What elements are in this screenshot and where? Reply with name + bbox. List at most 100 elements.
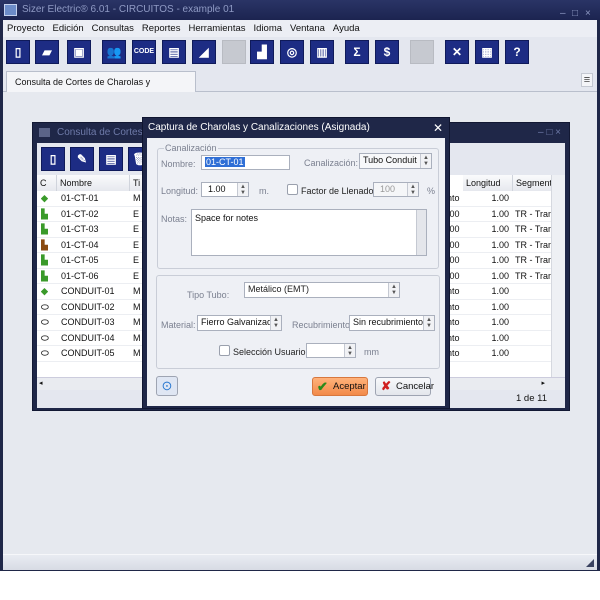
tipo-cell: E: [133, 208, 140, 219]
factor-input[interactable]: 100 ▲ ▼: [373, 182, 419, 197]
nombre-input[interactable]: 01-CT-01: [201, 155, 290, 170]
tipo-cell: M: [133, 348, 141, 358]
factor-unit: %: [427, 186, 436, 196]
col-header-longitud[interactable]: Longitud: [463, 175, 513, 191]
app-icon: [4, 4, 17, 16]
spinner-icon[interactable]: ▲ ▼: [407, 183, 418, 196]
edit-record-icon[interactable]: ✎: [70, 147, 94, 171]
accept-button[interactable]: ✔ Aceptar: [312, 377, 368, 396]
cancel-label: Cancelar: [396, 381, 435, 392]
factor-checkbox[interactable]: [287, 184, 298, 195]
nombre-cell: CONDUIT-02: [61, 301, 115, 312]
nombre-cell: CONDUIT-05: [61, 348, 115, 358]
recubrimiento-label: Recubrimiento:: [292, 320, 353, 330]
segmento-cell: TR - Tram: [515, 208, 555, 219]
seleccion-checkbox[interactable]: [219, 345, 230, 356]
nombre-cell: 01-CT-03: [61, 224, 99, 234]
longitud-cell: 1.00: [491, 255, 509, 265]
sum-icon[interactable]: Σ: [345, 40, 369, 64]
tab-bar: Consulta de Cortes de Charolas y Canaliz…: [3, 67, 597, 107]
play-icon[interactable]: ⊙: [156, 376, 178, 396]
tipo-cell: E: [133, 255, 140, 265]
new-document-icon[interactable]: ▯: [6, 40, 30, 64]
spinner-icon[interactable]: ▲ ▼: [344, 344, 355, 357]
calculator-icon[interactable]: ▦: [475, 40, 499, 64]
menu-herramientas[interactable]: Herramientas: [184, 20, 249, 37]
tipo-cell: E: [133, 270, 140, 281]
resize-grip-icon[interactable]: [586, 559, 594, 567]
longitud-input[interactable]: 1.00 ▲ ▼: [201, 182, 249, 197]
tipo-tubo-select[interactable]: Metálico (EMT) ▲ ▼: [244, 282, 400, 298]
menu-reportes[interactable]: Reportes: [138, 20, 185, 37]
menu-edicion[interactable]: Edición: [49, 20, 88, 37]
segmento-cell: TR - Tram: [515, 224, 555, 234]
col-header-c[interactable]: C: [37, 175, 57, 191]
spinner-icon: ▲ ▼: [270, 316, 281, 330]
col-header-nombre[interactable]: Nombre: [57, 175, 130, 191]
notas-textarea[interactable]: Space for notes: [191, 209, 427, 256]
users-icon[interactable]: 👥: [102, 40, 126, 64]
seleccion-unit: mm: [364, 347, 379, 357]
tray-icon: ▙: [41, 208, 48, 219]
cost-icon[interactable]: $: [375, 40, 399, 64]
x-icon: ✘: [381, 379, 392, 393]
tipo-cell: M: [133, 317, 141, 327]
new-record-icon[interactable]: ▯: [41, 147, 65, 171]
help-icon[interactable]: ?: [505, 40, 529, 64]
col-header-segmento[interactable]: Segmento: [513, 175, 557, 191]
code-icon[interactable]: CODE: [132, 40, 156, 64]
longitud-cell: 1.00: [491, 348, 509, 358]
tipo-cell: M: [133, 332, 141, 343]
notas-label: Notas:: [161, 214, 188, 224]
title-bar: Sizer Electric® 6.01 - CIRCUITOS - examp…: [0, 0, 600, 20]
pipe-icon: ⬭: [41, 301, 49, 312]
canalizacion-select[interactable]: Tubo Conduit ▲ ▼: [359, 153, 432, 169]
nombre-label: Nombre:: [161, 159, 196, 169]
menu-ventana[interactable]: Ventana: [286, 20, 329, 37]
status-bar: [3, 554, 597, 570]
recubrimiento-select[interactable]: Sin recubrimiento ▲ ▼: [349, 315, 435, 331]
save-icon[interactable]: ▣: [67, 40, 91, 64]
menu-consultas[interactable]: Consultas: [88, 20, 138, 37]
longitud-cell: 1.00: [491, 224, 509, 234]
spinner-icon[interactable]: ▲ ▼: [237, 183, 248, 196]
notas-scrollbar[interactable]: [416, 210, 426, 255]
nombre-value: 01-CT-01: [205, 157, 245, 167]
close-tools-icon[interactable]: ✕: [445, 40, 469, 64]
chart-icon[interactable]: ▟: [250, 40, 274, 64]
group-title: Canalización: [164, 143, 218, 153]
menu-ayuda[interactable]: Ayuda: [329, 20, 364, 37]
tipo-cell: M: [133, 193, 141, 203]
seleccion-input[interactable]: ▲ ▼: [306, 343, 356, 358]
pipe-icon: ⬭: [41, 317, 49, 327]
longitud-cell: 1.00: [491, 332, 509, 343]
tab-consulta-cortes[interactable]: Consulta de Cortes de Charolas y Canaliz…: [6, 71, 196, 107]
menu-proyecto[interactable]: Proyecto: [3, 20, 49, 37]
pipe-icon: ⬭: [41, 332, 49, 343]
spinner-icon: ▲ ▼: [423, 316, 434, 330]
window-icon: [39, 128, 50, 137]
tab-list-menu-icon[interactable]: ≡: [581, 73, 593, 87]
query-window-controls[interactable]: – □ ×: [538, 123, 561, 142]
notas-value: Space for notes: [195, 213, 259, 223]
nombre-cell: CONDUIT-04: [61, 332, 115, 343]
dialog-close-icon[interactable]: ✕: [433, 121, 443, 135]
cancel-button[interactable]: ✘ Cancelar: [375, 377, 435, 396]
vertical-scrollbar[interactable]: [551, 175, 565, 377]
rings-icon[interactable]: ◎: [280, 40, 304, 64]
eraser-icon[interactable]: ◢: [192, 40, 216, 64]
copy-record-icon[interactable]: ▤: [99, 147, 123, 171]
scroll-left-icon[interactable]: ◂: [39, 379, 43, 387]
dialog-title: Captura de Charolas y Canalizaciones (As…: [148, 122, 370, 133]
accept-label: Aceptar: [333, 381, 366, 392]
nombre-cell: 01-CT-04: [61, 239, 99, 250]
material-select[interactable]: Fierro Galvanizado ▲ ▼: [197, 315, 282, 331]
tipo-cell: M: [133, 286, 141, 296]
factor-label: Factor de Llenado:: [301, 186, 377, 196]
disabled-icon: [410, 40, 434, 64]
library-icon[interactable]: ▥: [310, 40, 334, 64]
scroll-right-icon[interactable]: ▸: [541, 379, 545, 387]
report-icon[interactable]: ▤: [162, 40, 186, 64]
open-folder-icon[interactable]: ▰: [35, 40, 59, 64]
menu-idioma[interactable]: Idioma: [250, 20, 287, 37]
